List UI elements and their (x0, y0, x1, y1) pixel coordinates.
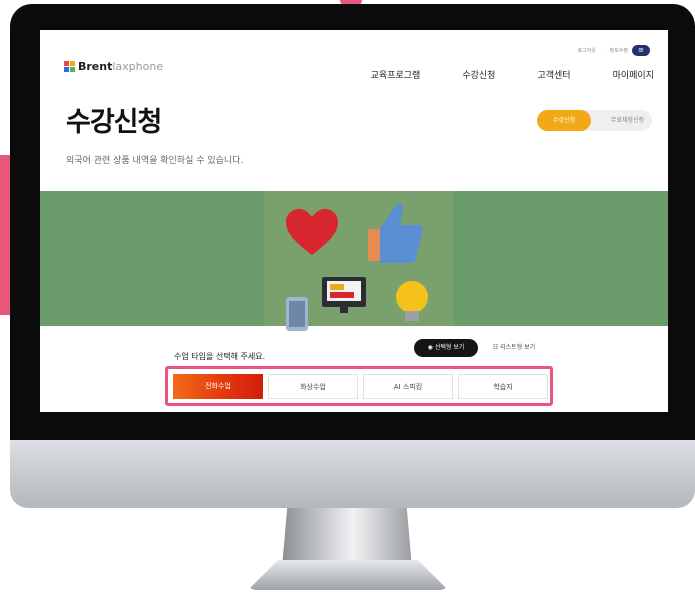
monitor-stand-neck (282, 508, 412, 568)
logout-link[interactable]: 로그아웃 (578, 47, 596, 54)
nav-item-support[interactable]: 고객센터 (537, 68, 570, 81)
card-view-button[interactable]: ◉ 선택형 보기 (414, 339, 478, 357)
nav-item-programs[interactable]: 교육프로그램 (371, 68, 421, 81)
tab-enroll[interactable]: 수강신청 (537, 110, 591, 131)
check-circle-icon: ◉ (427, 344, 435, 351)
monitor-art-icon (322, 277, 366, 313)
nav-item-mypage[interactable]: 마이페이지 (613, 68, 654, 81)
card-view-label: 선택형 보기 (434, 344, 465, 351)
list-view-label: 리스트형 보기 (500, 344, 536, 351)
decor-pink-bar-left (0, 155, 10, 315)
class-type-workbook[interactable]: 학습지 (458, 374, 548, 399)
logo-mark-icon (64, 61, 75, 72)
site-logo[interactable]: Brentlaxphone (64, 60, 163, 73)
phone-art-icon (286, 297, 308, 331)
nav-item-enroll[interactable]: 수강신청 (462, 68, 495, 81)
util-separator: · (602, 47, 604, 53)
class-type-phone[interactable]: 전화수업 (173, 374, 263, 399)
thumbs-up-icon (368, 202, 423, 263)
class-type-label: 수업 타입을 선택해 주세요. (174, 352, 266, 361)
class-type-selector: 전화수업 화상수업 AI 스피킹 학습지 (165, 366, 553, 406)
banner-artwork (264, 191, 454, 331)
logo-bold: Brent (78, 60, 113, 73)
class-type-ai-speaking[interactable]: AI 스피킹 (363, 374, 453, 399)
class-type-video[interactable]: 화상수업 (268, 374, 358, 399)
heart-icon (286, 209, 338, 255)
tab-free-trial[interactable]: 무료체험신청 (611, 110, 644, 131)
enroll-tabs: 수강신청 무료체험신청 (537, 110, 652, 131)
website-screen: Brentlaxphone 로그아웃 · 정보수정 ≡ 교육프로그램 수강신청 … (40, 30, 668, 412)
list-view-button[interactable]: ☷ 리스트형 보기 (482, 339, 546, 357)
page-title: 수강신청 (66, 107, 162, 138)
hero-banner (40, 191, 668, 331)
hamburger-icon[interactable]: ≡ (632, 45, 650, 56)
main-nav: 교육프로그램 수강신청 고객센터 마이페이지 (371, 68, 654, 81)
monitor-chin (10, 440, 695, 508)
edit-info-link[interactable]: 정보수정 (610, 47, 628, 54)
utility-links: 로그아웃 · 정보수정 (578, 47, 628, 54)
monitor-stand-base (248, 560, 448, 590)
page-subtitle: 외국어 관련 상품 내역을 확인하실 수 있습니다. (66, 156, 244, 166)
lightbulb-icon (396, 281, 428, 321)
logo-rest: laxphone (112, 60, 164, 73)
